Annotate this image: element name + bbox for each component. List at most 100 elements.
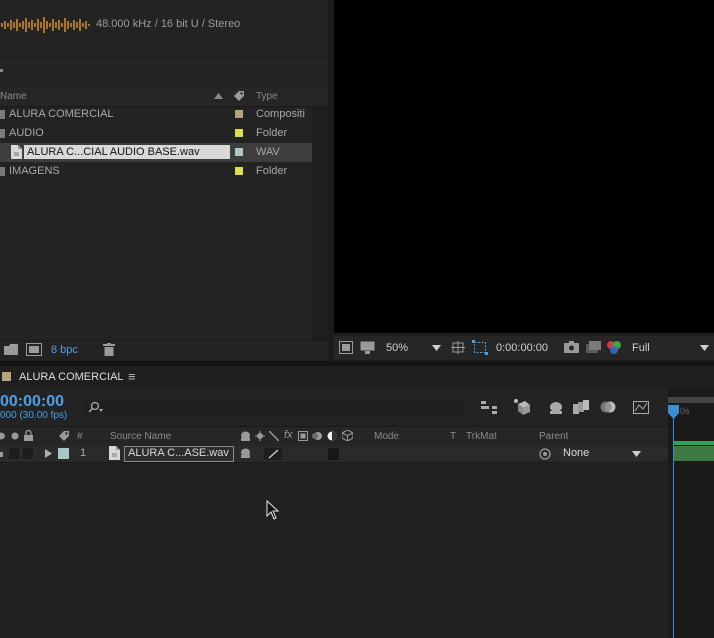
layer-label-swatch[interactable] [58,448,69,459]
comp-mini-flowchart-icon[interactable] [481,401,497,414]
motion-blur-icon[interactable] [600,400,616,414]
search-icon[interactable] [87,401,103,413]
timeline-tab[interactable]: ALURA COMERCIAL [19,371,124,383]
ruler-tick-label: 0s [680,406,690,416]
column-name[interactable]: Name [0,91,27,102]
item-name: ALURA COMERCIAL [9,108,114,120]
layer-source-name: ALURA C...ASE.wav [128,447,229,459]
item-type: Folder [256,165,288,177]
chevron-down-icon[interactable] [632,451,641,457]
project-item-folder-imagens[interactable]: IMAGENS Folder [0,162,312,181]
solo-icon[interactable] [11,432,19,440]
audio-file-icon [11,145,22,159]
shy-switch-icon[interactable] [240,431,251,441]
column-type[interactable]: Type [256,91,278,102]
pick-whip-icon[interactable] [539,448,551,460]
eye-icon[interactable] [0,431,6,441]
column-mode[interactable]: Mode [374,431,399,442]
quality-line-icon[interactable] [268,449,279,459]
resolution-dropdown[interactable]: Full [632,342,650,354]
transparency-grid-icon[interactable] [472,340,488,355]
project-search-bar[interactable] [0,62,328,83]
project-footer [0,340,328,361]
sort-up-icon[interactable] [214,92,223,100]
adjustment-switch[interactable] [328,448,339,460]
layer-column-header: # Source Name fx Mode T TrkMat Parent [0,426,668,447]
timeline-search-input[interactable] [84,398,464,416]
column-t[interactable]: T [450,431,456,442]
solo-toggle[interactable] [9,448,19,459]
lock-toggle[interactable] [23,448,33,459]
audio-speaker-icon[interactable] [0,450,6,459]
color-channels-icon[interactable] [606,340,622,354]
effects-icon[interactable]: fx [284,429,293,441]
project-item-folder-audio[interactable]: AUDIO Folder [0,124,312,143]
shy-layers-icon[interactable] [548,401,564,414]
label-color-swatch[interactable] [235,148,243,156]
time-ruler-area[interactable] [668,388,714,638]
column-parent[interactable]: Parent [539,431,568,442]
frame-blending-icon[interactable] [573,400,589,414]
parent-dropdown[interactable]: None [558,447,644,461]
draft-3d-icon[interactable] [513,398,531,415]
quality-icon[interactable] [269,431,279,441]
chevron-down-icon[interactable] [700,345,709,351]
label-tag-icon[interactable] [233,90,245,102]
new-folder-icon[interactable] [4,344,18,355]
audio-file-icon [109,446,120,460]
lock-icon[interactable] [24,430,33,441]
shy-switch-icon[interactable] [240,448,251,459]
label-color-swatch[interactable] [235,167,243,175]
camera-snapshot-icon[interactable] [564,341,579,353]
frame-blend-switch-icon[interactable] [298,431,308,441]
project-item-composition[interactable]: ALURA COMERCIAL Compositi [0,105,312,124]
viewer-timecode[interactable]: 0:00:00:00 [496,342,548,354]
panel-menu-icon[interactable]: ≡ [128,369,136,384]
label-color-swatch[interactable] [235,110,243,118]
column-source-name[interactable]: Source Name [110,431,171,442]
project-column-header: Name Type [0,86,328,107]
folder-icon [0,167,5,176]
composition-viewer[interactable] [334,0,714,333]
layer-name-field[interactable]: ALURA C...ASE.wav [124,446,234,462]
graph-editor-icon[interactable] [633,400,649,414]
comp-label-swatch [2,372,11,381]
search-icon[interactable] [0,69,3,72]
magnification-dropdown[interactable]: 50% [386,342,408,354]
show-snapshot-icon[interactable] [586,341,601,353]
audio-waveform [1,17,90,33]
current-time-display[interactable]: 00:00:00 [0,393,64,411]
item-name: IMAGENS [9,165,60,177]
new-composition-icon[interactable] [26,343,42,356]
parent-value: None [563,447,590,459]
composition-icon [0,110,5,119]
layer-number: 1 [80,447,87,459]
mouse-cursor-icon [266,500,280,520]
playhead-line[interactable] [673,405,674,638]
column-number: # [77,431,83,442]
item-type: Compositi [256,108,305,120]
work-area-bar[interactable] [668,397,714,403]
bit-depth-button[interactable]: 8 bpc [51,344,78,356]
trash-icon[interactable] [103,343,115,356]
label-color-swatch[interactable] [235,129,243,137]
layer-duration-bar[interactable] [674,446,714,461]
collapse-transform-icon[interactable] [255,431,265,441]
expand-triangle-icon[interactable] [45,449,52,458]
project-scrollbar[interactable] [312,105,328,343]
project-item-wav-selected[interactable]: ALURA C...CIAL AUDIO BASE.wav WAV [0,143,312,162]
playhead-marker-icon[interactable] [668,405,680,419]
column-trkmat[interactable]: TrkMat [466,431,497,442]
item-name: ALURA C...CIAL AUDIO BASE.wav [24,145,230,159]
frame-rate-display: 000 (30.00 fps) [0,410,68,421]
3d-layer-icon[interactable] [342,430,353,441]
always-preview-icon[interactable] [339,341,353,354]
label-tag-icon[interactable] [58,430,70,442]
adjustment-layer-icon[interactable] [327,431,337,441]
region-of-interest-icon[interactable] [451,341,465,354]
monitor-icon[interactable] [360,341,375,354]
chevron-down-icon[interactable] [432,345,441,351]
layer-list[interactable] [0,446,668,638]
motion-blur-switch-icon[interactable] [312,431,322,441]
item-type: WAV [256,146,280,158]
